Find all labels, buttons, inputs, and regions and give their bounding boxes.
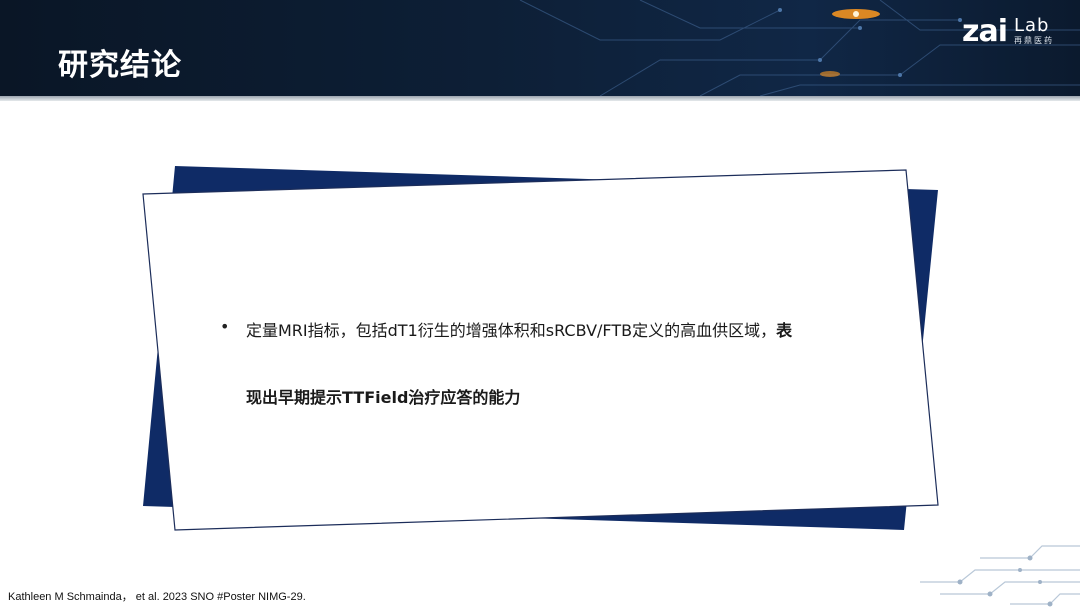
citation: Kathleen M Schmainda， et al. 2023 SNO #P…: [8, 591, 306, 603]
conclusion-bold-start: 表: [776, 321, 793, 340]
circuit-corner-decoration: [920, 545, 1080, 607]
bullet-marker: •: [220, 317, 230, 336]
conclusion-regular: 定量MRI指标，包括dT1衍生的增强体积和sRCBV/FTB定义的高血供区域，: [246, 321, 777, 340]
content-card-graphic: [142, 166, 939, 531]
conclusion-text: 定量MRI指标，包括dT1衍生的增强体积和sRCBV/FTB定义的高血供区域，表…: [246, 314, 886, 414]
conclusion-bold-line: 现出早期提示TTField治疗应答的能力: [246, 388, 521, 407]
